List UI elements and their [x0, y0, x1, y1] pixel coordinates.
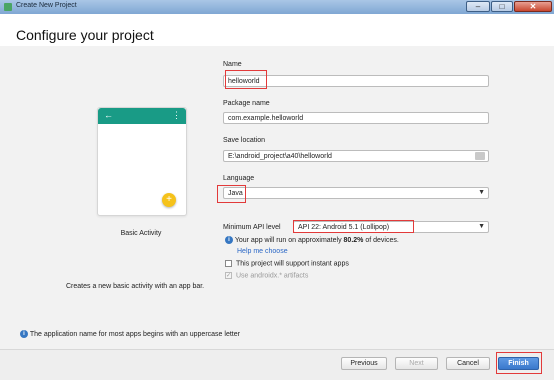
wizard-header: Configure your project	[0, 14, 554, 46]
language-label: Language	[223, 175, 255, 182]
cancel-button[interactable]: Cancel	[446, 357, 490, 370]
name-field-value: helloworld	[228, 78, 260, 85]
name-hint-text: The application name for most apps begin…	[29, 330, 240, 338]
window-titlebar: Create New Project – □ ✕	[0, 0, 554, 14]
package-field[interactable]: com.example.helloworld	[223, 112, 489, 124]
api-coverage-percent: 80.2%	[343, 236, 364, 244]
minimize-button[interactable]: –	[466, 1, 490, 12]
language-value: Java	[228, 190, 243, 197]
instant-apps-checkbox[interactable]	[225, 260, 232, 267]
api-coverage-info: i Your app will run on approximately 80.…	[225, 236, 399, 244]
help-me-choose-link[interactable]: Help me choose	[237, 248, 288, 255]
save-location-label: Save location	[223, 137, 266, 144]
instant-apps-option[interactable]: This project will support instant apps	[225, 260, 349, 267]
activity-description: Creates a new basic activity with an app…	[66, 283, 205, 290]
name-label: Name	[223, 61, 242, 68]
chevron-down-icon: ▼	[478, 189, 485, 196]
androidx-option: Use androidx.* artifacts	[225, 272, 308, 279]
close-icon: ✕	[529, 2, 537, 11]
maximize-button[interactable]: □	[491, 1, 513, 12]
min-api-select[interactable]: API 22: Android 5.1 (Lollipop) ▼	[293, 221, 489, 233]
wizard-footer: Previous Next Cancel Finish	[0, 349, 554, 380]
androidx-checkbox	[225, 272, 232, 279]
previous-button[interactable]: Previous	[341, 357, 387, 370]
save-location-field[interactable]: E:\android_project\a40\helloworld	[223, 150, 489, 162]
finish-button[interactable]: Finish	[498, 357, 539, 370]
info-icon: i	[225, 236, 233, 244]
instant-apps-label: This project will support instant apps	[236, 260, 349, 268]
fab-icon: +	[162, 193, 176, 207]
minimize-icon: –	[475, 2, 481, 11]
android-studio-icon	[4, 3, 12, 11]
activity-preview: ← ⋮ +	[97, 107, 187, 216]
activity-label: Basic Activity	[120, 230, 162, 237]
next-button[interactable]: Next	[395, 357, 438, 370]
name-field[interactable]: helloworld	[223, 75, 489, 87]
close-button[interactable]: ✕	[514, 1, 552, 12]
window-title: Create New Project	[16, 2, 77, 9]
page-title: Configure your project	[16, 27, 154, 43]
info-icon: i	[20, 330, 28, 338]
api-coverage-suffix: of devices.	[363, 236, 399, 244]
preview-app-bar: ← ⋮	[98, 108, 186, 124]
overflow-menu-icon: ⋮	[172, 110, 181, 120]
folder-icon[interactable]	[475, 152, 485, 160]
chevron-down-icon: ▼	[478, 223, 485, 230]
save-location-value: E:\android_project\a40\helloworld	[228, 153, 332, 160]
language-select[interactable]: Java ▼	[223, 187, 489, 199]
create-project-window: Create New Project – □ ✕ Configure your …	[0, 0, 554, 380]
name-hint: i The application name for most apps beg…	[20, 330, 240, 338]
maximize-icon: □	[499, 2, 505, 11]
arrow-left-icon: ←	[104, 110, 113, 120]
package-field-value: com.example.helloworld	[228, 115, 304, 122]
androidx-label: Use androidx.* artifacts	[236, 272, 309, 280]
min-api-value: API 22: Android 5.1 (Lollipop)	[298, 224, 390, 231]
api-coverage-text: Your app will run on approximately	[234, 236, 344, 244]
min-api-label: Minimum API level	[223, 224, 281, 231]
package-label: Package name	[223, 100, 270, 107]
